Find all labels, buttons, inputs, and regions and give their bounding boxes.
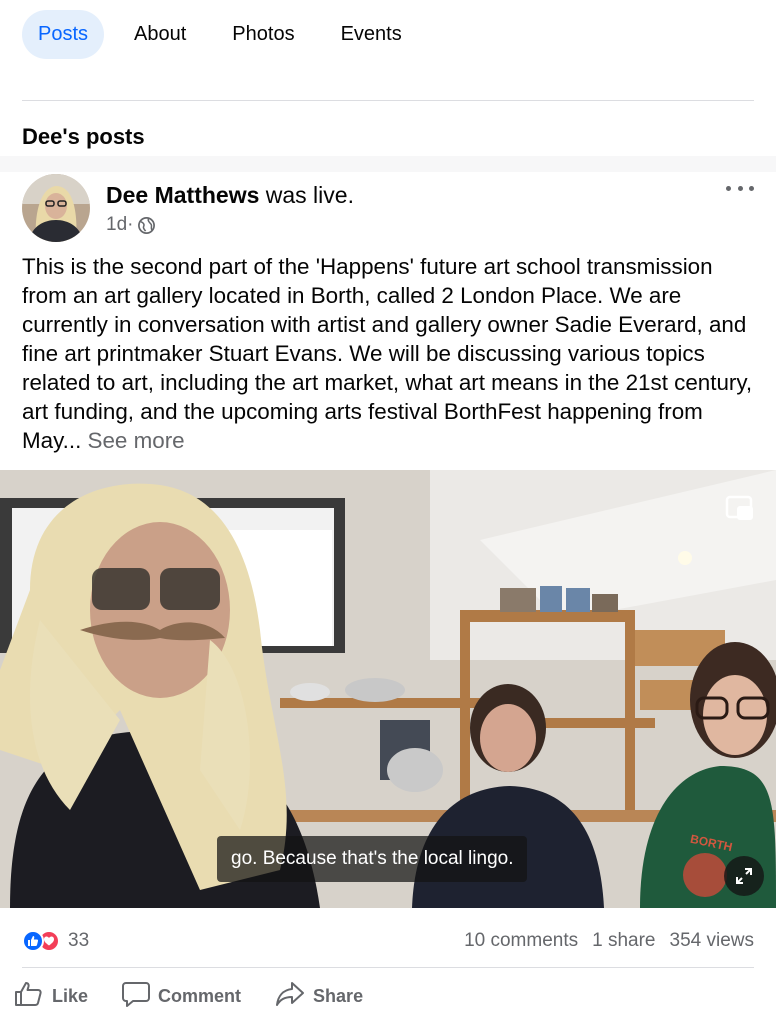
avatar-image (22, 174, 90, 242)
post-text: This is the second part of the 'Happens'… (22, 252, 758, 455)
post-header: Dee Matthews was live. (106, 182, 354, 209)
meta-separator: · (127, 214, 134, 235)
post-action-text: was live. (259, 182, 354, 208)
like-button[interactable]: Like (14, 981, 88, 1012)
post-time[interactable]: 1d (106, 214, 127, 236)
post-stats: 33 10 comments 1 share 354 views (22, 926, 754, 956)
fullscreen-icon[interactable] (724, 856, 764, 896)
see-more-link[interactable]: See more (81, 428, 185, 453)
tab-photos[interactable]: Photos (232, 10, 294, 59)
profile-tabs: Posts About Photos Events (22, 10, 448, 59)
tabs-divider (22, 100, 754, 101)
share-icon (275, 981, 313, 1012)
like-reaction-icon (22, 930, 44, 952)
like-icon (14, 981, 52, 1012)
tab-events[interactable]: Events (341, 10, 402, 59)
live-video[interactable]: BORTH go. Because that's the local lingo… (0, 470, 776, 908)
comment-label: Comment (158, 985, 242, 1006)
engagement-counts: 10 comments 1 share 354 views (464, 930, 754, 952)
share-button[interactable]: Share (275, 981, 363, 1012)
tab-about[interactable]: About (134, 10, 186, 59)
author-name[interactable]: Dee Matthews (106, 182, 259, 208)
post-meta: 1d · (106, 214, 156, 236)
video-caption: go. Because that's the local lingo. (217, 836, 528, 882)
globe-icon (137, 216, 156, 235)
shares-count[interactable]: 1 share (592, 930, 655, 952)
tab-posts[interactable]: Posts (22, 10, 105, 59)
comment-button[interactable]: Comment (122, 981, 241, 1012)
avatar[interactable] (22, 174, 90, 242)
actions-divider (22, 967, 754, 968)
reaction-count: 33 (68, 930, 90, 951)
comments-count[interactable]: 10 comments (464, 930, 578, 952)
post-card: Dee Matthews was live. 1d · This is the … (0, 156, 776, 1023)
share-label: Share (313, 985, 364, 1006)
post-actions: Like Comment Share (14, 978, 397, 1014)
like-label: Like (52, 985, 89, 1006)
reactions-summary[interactable]: 33 (22, 930, 89, 952)
views-count: 354 views (669, 930, 755, 951)
post-separator-band (0, 156, 776, 172)
post-body: This is the second part of the 'Happens'… (22, 254, 753, 453)
section-title: Dee's posts (22, 124, 145, 149)
more-options-icon[interactable] (726, 176, 754, 200)
comment-icon (122, 981, 158, 1012)
picture-in-picture-icon[interactable] (724, 492, 756, 524)
